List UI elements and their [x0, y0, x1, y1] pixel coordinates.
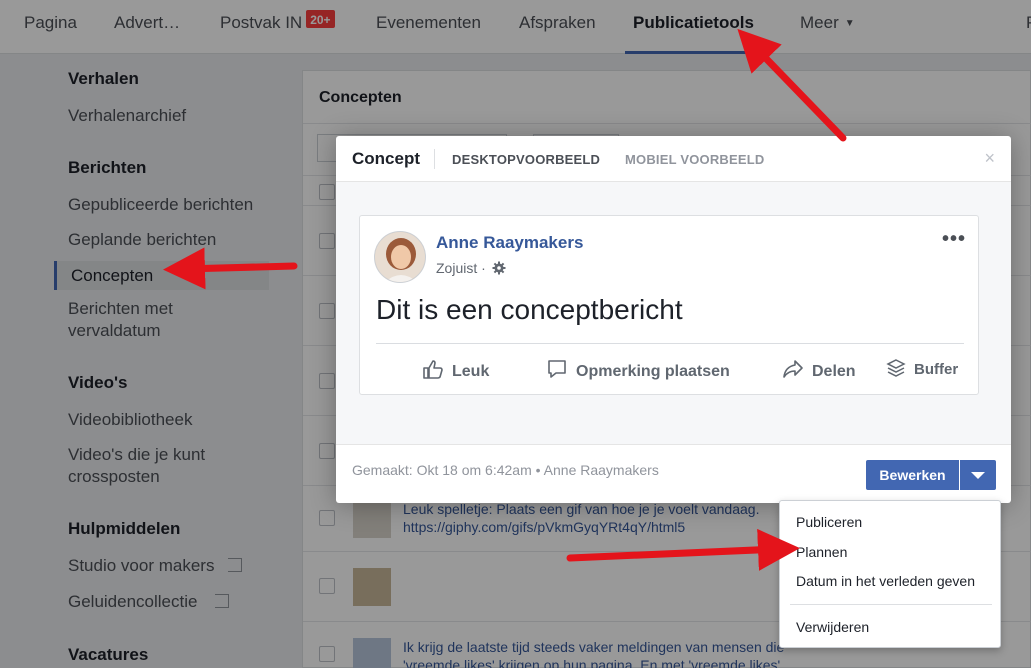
thumbs-up-icon [423, 360, 443, 379]
dialog-title: Concept [352, 149, 435, 169]
tab-desktop-preview[interactable]: DESKTOPVOORBEELD [452, 152, 600, 167]
created-meta: Gemaakt: Okt 18 om 6:42am • Anne Raaymak… [352, 462, 659, 478]
like-label: Leuk [452, 363, 490, 380]
comment-icon [548, 360, 566, 378]
post-preview-card: Anne Raaymakers Zojuist · ••• Dit is een… [359, 215, 979, 395]
buffer-stack-icon [886, 359, 906, 377]
menu-item-datum-verleden[interactable]: Datum in het verleden geven [796, 573, 975, 589]
post-message: Dit is een conceptbericht [376, 294, 683, 325]
edit-options-menu: Publiceren Plannen Datum in het verleden… [779, 500, 1001, 648]
comment-button[interactable]: Opmerking plaatsen [546, 358, 730, 381]
share-arrow-icon [783, 360, 803, 378]
post-timestamp: Zojuist · [436, 260, 506, 276]
divider [376, 343, 964, 344]
draft-preview-dialog: Concept DESKTOPVOORBEELD MOBIEL VOORBEEL… [336, 136, 1011, 503]
dialog-footer: Gemaakt: Okt 18 om 6:42am • Anne Raaymak… [336, 444, 1011, 503]
buffer-label: Buffer [914, 361, 959, 378]
share-button[interactable]: Delen [782, 358, 856, 381]
post-author-link[interactable]: Anne Raaymakers [436, 233, 583, 253]
close-icon[interactable]: × [984, 148, 995, 169]
post-time-label: Zojuist · [436, 260, 486, 276]
menu-item-verwijderen[interactable]: Verwijderen [796, 619, 869, 635]
edit-options-dropdown-button[interactable] [960, 460, 996, 490]
like-button[interactable]: Leuk [422, 358, 489, 381]
menu-item-publiceren[interactable]: Publiceren [796, 514, 862, 530]
tab-mobile-preview[interactable]: MOBIEL VOORBEELD [625, 152, 764, 167]
buffer-button[interactable]: Buffer [886, 358, 958, 378]
menu-divider [790, 604, 992, 605]
avatar [374, 231, 426, 283]
gear-icon [492, 261, 506, 275]
comment-label: Opmerking plaatsen [576, 363, 730, 380]
dialog-body: Anne Raaymakers Zojuist · ••• Dit is een… [336, 182, 1011, 444]
dialog-header: Concept DESKTOPVOORBEELD MOBIEL VOORBEEL… [336, 136, 1011, 182]
share-label: Delen [812, 363, 856, 380]
chevron-down-icon [971, 472, 985, 479]
edit-button[interactable]: Bewerken [866, 460, 959, 490]
more-options-icon[interactable]: ••• [942, 228, 966, 251]
menu-item-plannen[interactable]: Plannen [796, 544, 847, 560]
